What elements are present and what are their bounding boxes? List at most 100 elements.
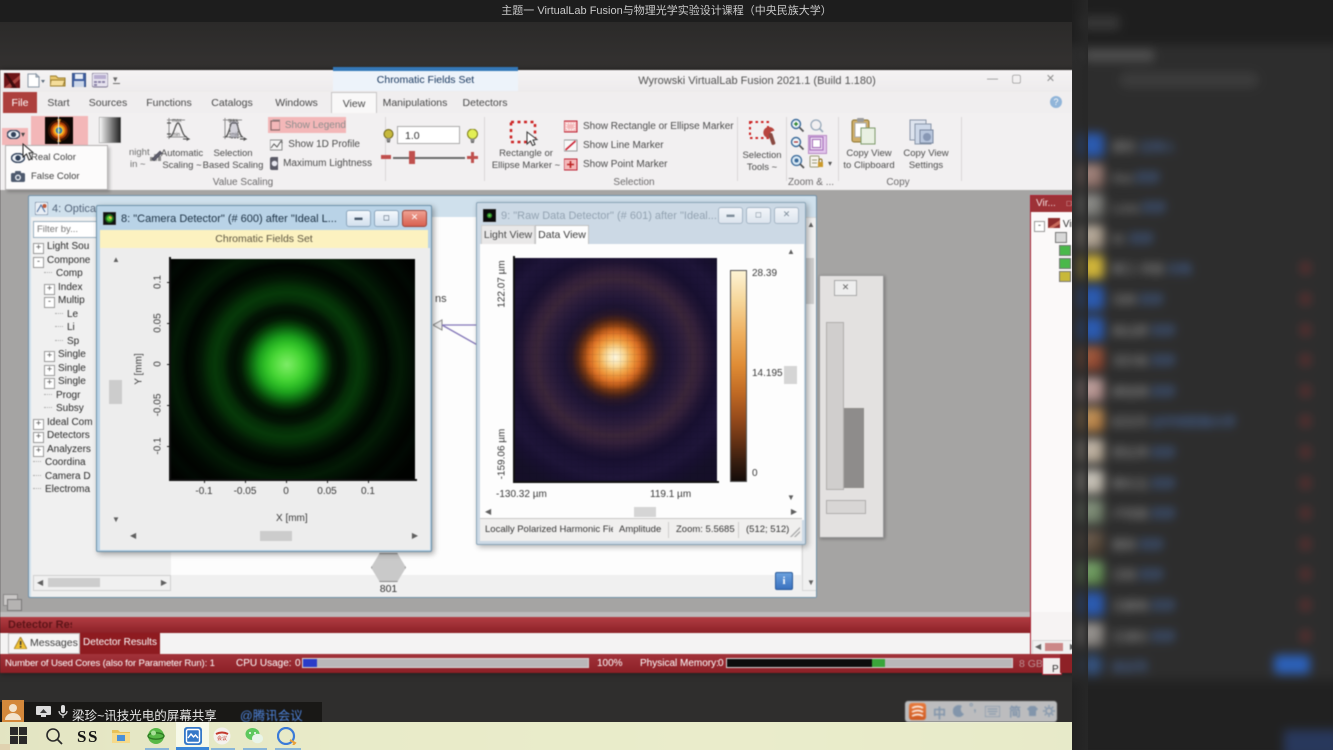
tree-horizontal-scrollbar[interactable]: ◀▶ (33, 575, 171, 591)
taskbar-app-s-logo[interactable]: SS (77, 727, 101, 745)
camera-close-button[interactable]: ✕ (402, 210, 427, 227)
ime-skin-icon[interactable] (1026, 705, 1039, 717)
selection-based-scaling-icon[interactable]: maxmin (221, 117, 247, 144)
ribbon-tab-detectors[interactable]: Detectors (458, 92, 512, 113)
taskbar-windows-start[interactable] (10, 727, 28, 745)
tree-item[interactable]: Electroma (33, 484, 90, 497)
results-dock-p-tab[interactable]: P (1042, 657, 1062, 675)
rectangle-ellipse-marker-button[interactable]: Rectangle orEllipse Marker ~ (492, 148, 560, 172)
tree-item[interactable]: +Detectors (33, 430, 90, 443)
filter-input[interactable] (33, 221, 103, 238)
tree-item[interactable]: Sp (55, 336, 79, 349)
help-icon[interactable]: ? (1050, 96, 1062, 108)
tree-item[interactable]: +Single (44, 349, 86, 362)
camera-minimize-button[interactable]: ▬ (346, 210, 371, 227)
tab-detector-results[interactable]: Detector Results (80, 633, 160, 654)
brightness-slider-track[interactable] (393, 157, 465, 159)
brightness-plus-button[interactable] (467, 152, 478, 163)
titlebar[interactable]: ▾ Wyrowski VirtualLab Fusion 2021.1 (Bui… (0, 70, 1078, 92)
quick-access-more-icon[interactable]: ▾ (113, 74, 120, 84)
ribbon-tab-file[interactable]: File (3, 92, 37, 113)
tree-item[interactable]: -Multip (44, 295, 85, 308)
raw-detector-window[interactable]: 9: "Raw Data Detector" (# 601) after "Id… (476, 202, 806, 545)
camera-plot[interactable] (171, 259, 415, 479)
grayscale-gradient-icon[interactable] (99, 117, 121, 143)
selection-item-1[interactable]: Show Line Marker (564, 137, 734, 153)
tree-item[interactable]: Progr (44, 390, 80, 403)
zoom-fit-icon[interactable] (790, 154, 807, 171)
parameter-run-icon[interactable] (92, 73, 108, 88)
zoom-lock-icon[interactable] (809, 154, 826, 171)
taskbar-app-red-circle[interactable]: 会议 (213, 727, 231, 745)
raw-minimize-button[interactable]: ▬ (718, 207, 743, 224)
selection-based-scaling-label[interactable]: SelectionBased Scaling (203, 148, 264, 172)
brightness-value-field[interactable]: 1.0 (397, 126, 460, 144)
tree-item[interactable]: -Compone (33, 255, 90, 268)
automatic-scaling-icon[interactable]: maxmin (165, 117, 190, 144)
ime-moon-icon[interactable] (953, 705, 965, 717)
mini-window-icon-back[interactable] (7, 599, 22, 611)
tree-item[interactable]: +Single (44, 363, 86, 376)
dock-caption-bar[interactable]: Detector Results (0, 617, 1030, 633)
zoom-in-icon[interactable] (790, 118, 807, 135)
tree-item[interactable]: Subsy (44, 403, 84, 416)
ribbon-tab-functions[interactable]: Functions (141, 92, 197, 113)
taskbar-browser-green[interactable] (147, 727, 165, 745)
ribbon-tab-view[interactable]: View (331, 92, 377, 113)
camera-v-scrollbar[interactable]: ▲▼ (108, 254, 123, 526)
tree-item[interactable]: +Single (44, 376, 86, 389)
tree-item[interactable]: +Ideal Com (33, 417, 93, 430)
taskbar-file-explorer[interactable] (112, 727, 130, 745)
results-node-icon[interactable] (1059, 258, 1071, 269)
tab-messages[interactable]: Messages (8, 633, 80, 654)
raw-restore-button[interactable]: ◻ (746, 207, 771, 224)
copy-view-to-clipboard-button[interactable]: Copy Viewto Clipboard (843, 148, 894, 172)
results-dock-titlebar[interactable]: Vir...□× (1031, 196, 1078, 212)
save-icon[interactable] (72, 73, 86, 87)
ime-mode-cn[interactable]: 中 (933, 703, 946, 722)
selection-tools-button[interactable]: SelectionTools ~ (742, 150, 781, 174)
results-node-icon[interactable] (1055, 232, 1067, 243)
open-file-icon[interactable] (50, 74, 66, 87)
zoom-more-caret-icon[interactable]: ▾ (828, 159, 832, 168)
contextual-tab-group[interactable]: Chromatic Fields Set (333, 67, 518, 91)
info-button[interactable]: i (775, 572, 793, 590)
results-node-icon[interactable] (1059, 245, 1071, 256)
camera-restore-button[interactable]: ◻ (374, 210, 399, 227)
ime-settings-gear-icon[interactable] (1043, 705, 1055, 717)
ime-keyboard-icon[interactable] (985, 706, 1000, 717)
ribbon-tab-start[interactable]: Start (41, 92, 76, 113)
ribbon-tab-windows[interactable]: Windows (271, 92, 322, 113)
new-document-icon[interactable] (27, 73, 46, 88)
tree-item[interactable]: Li (55, 322, 75, 335)
resize-grip[interactable] (790, 527, 800, 537)
background-dialog-close-icon[interactable]: ✕ (834, 280, 857, 296)
zoom-window-icon[interactable] (809, 118, 826, 135)
zoom-out-icon[interactable] (790, 136, 807, 153)
taskbar-search[interactable] (45, 727, 63, 745)
tree-item[interactable]: +Index (44, 282, 82, 295)
tree-item[interactable]: Coordina (33, 457, 86, 470)
zoom-selection-icon[interactable] (809, 136, 826, 153)
ribbon-tab-manipulations[interactable]: Manipulations (380, 92, 450, 113)
taskbar-wechat[interactable] (245, 727, 263, 745)
tab-light-view[interactable]: Light View (481, 225, 535, 244)
tab-data-view[interactable]: Data View (535, 225, 589, 244)
ribbon-tab-sources[interactable]: Sources (84, 92, 132, 113)
ime-sogou-icon[interactable] (909, 703, 926, 720)
results-node-icon[interactable] (1059, 271, 1071, 282)
taskbar-app-window-active[interactable] (184, 727, 202, 745)
raw-h-scrollbar[interactable]: ◀▶ (482, 505, 800, 519)
copy-view-settings-button[interactable]: Copy ViewSettings (903, 148, 948, 172)
automatic-scaling-label[interactable]: AutomaticScaling ~ (161, 148, 203, 172)
tree-item[interactable]: +Light Sou (33, 241, 89, 254)
tree-item[interactable]: +Analyzers (33, 444, 91, 457)
raw-close-button[interactable]: ✕ (774, 207, 799, 224)
close-button[interactable]: ✕ (1042, 74, 1059, 86)
tree-item[interactable]: Comp (44, 268, 83, 281)
brightness-minus-button[interactable] (381, 155, 391, 159)
tree-item[interactable]: Le (55, 309, 78, 322)
maximize-button[interactable]: ▢ (1008, 74, 1025, 86)
menu-item-false-color[interactable]: False Color (7, 167, 104, 186)
maximum-lightness-button[interactable]: Maximum Lightness (268, 155, 372, 171)
